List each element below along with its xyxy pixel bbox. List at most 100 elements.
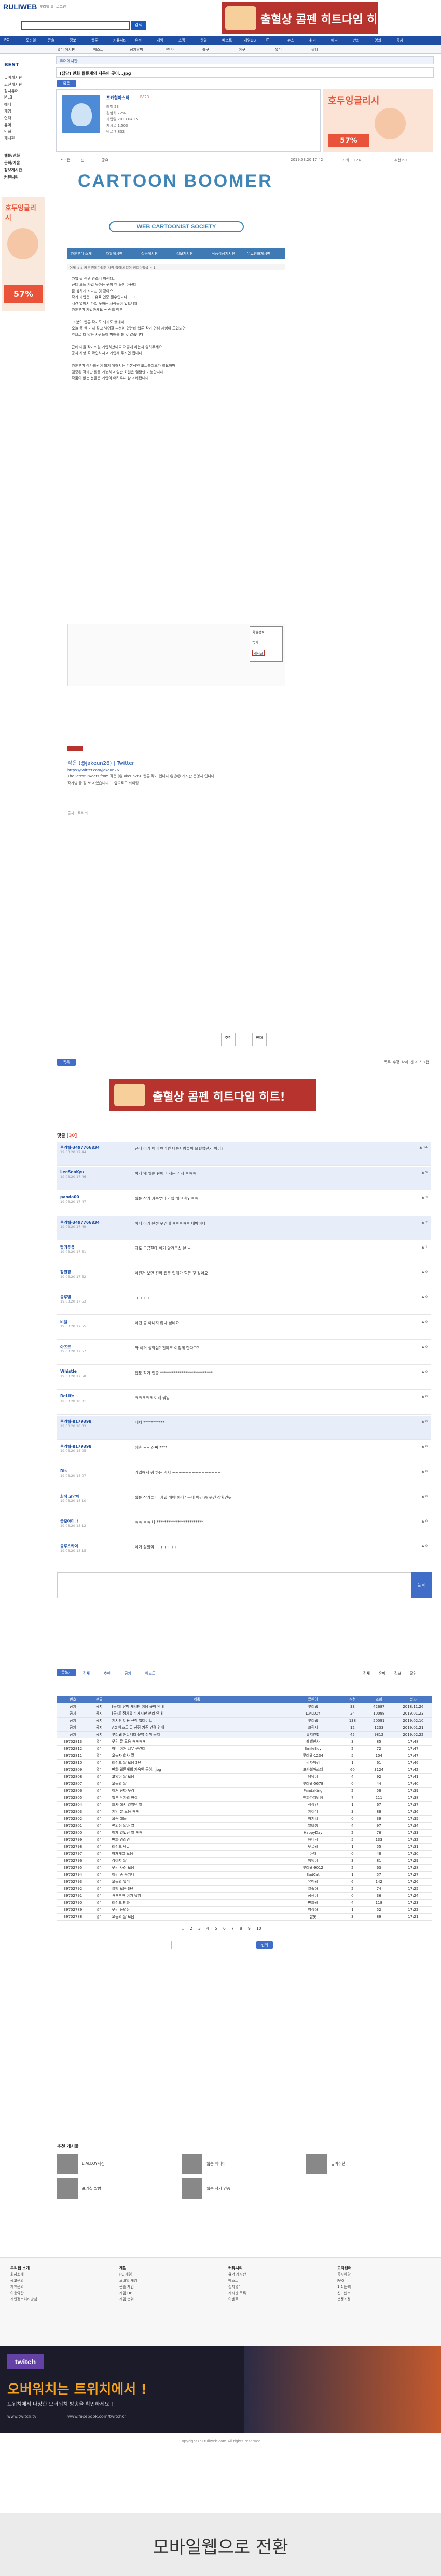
board-row[interactable]: 39702808 유머 고양이 짤 모음 냥냥이 4 92 17:41 xyxy=(57,1773,432,1780)
related-item[interactable]: 웹툰 작가 인증 xyxy=(182,2178,301,2199)
board-search-button[interactable]: 검색 xyxy=(256,1941,273,1949)
comment-vote[interactable]: ▲ 0 xyxy=(422,1544,428,1548)
left-nav-item[interactable]: 게시판 xyxy=(4,135,15,141)
list-button-bottom[interactable]: 목록 xyxy=(57,1059,76,1066)
gnb-item[interactable]: 모바일 xyxy=(26,38,36,43)
gnb-item[interactable]: 영화 xyxy=(375,38,381,43)
comment-author[interactable]: ReLife xyxy=(60,1394,74,1399)
page-link[interactable]: 1 xyxy=(182,1926,184,1931)
comment-vote[interactable]: ▲ 0 xyxy=(422,1394,428,1399)
board-cell-author[interactable]: 냥냥이 xyxy=(284,1773,342,1780)
board-cell-title[interactable]: 오늘의 짤 모음 xyxy=(109,1913,284,1921)
board-cell-author[interactable]: L.ALLOY xyxy=(284,1710,342,1718)
footer-link[interactable]: 게임 DB xyxy=(119,2290,137,2296)
board-cell-title[interactable]: [공지] 유머 게시판 이용 규칙 안내 xyxy=(109,1703,284,1710)
comment-vote[interactable]: ▲ 0 xyxy=(422,1295,428,1299)
left-nav-extra[interactable]: 커뮤니티 xyxy=(4,174,19,180)
page-link[interactable]: 6 xyxy=(223,1926,226,1931)
twitch-url-1[interactable]: www.twitch.tv xyxy=(7,2414,36,2419)
board-cell-author[interactable]: PandaKing xyxy=(284,1787,342,1794)
board-cell-title[interactable]: 고양이 짤 모음 xyxy=(109,1773,284,1780)
gnb-item[interactable]: 쇼핑 xyxy=(178,38,185,43)
footer-link[interactable]: 신고센터 xyxy=(337,2290,352,2296)
board-row[interactable]: 39702804 유머 회사 에서 있었던 일 직장인 1 67 17:37 xyxy=(57,1801,432,1808)
board-cell-author[interactable]: 영상러 xyxy=(284,1906,342,1914)
comment-vote[interactable]: ▲ 0 xyxy=(422,1494,428,1498)
subnav-item[interactable]: 베스트 xyxy=(93,47,103,52)
board-cell-title[interactable]: 루리웹 커뮤니티 운영 정책 공지 xyxy=(109,1731,284,1738)
footer-link[interactable]: 콘솔 게임 xyxy=(119,2284,137,2290)
action-link[interactable]: 수정 xyxy=(393,1060,399,1064)
subnav-item[interactable]: 축구 xyxy=(202,47,209,52)
footer-link[interactable]: 유머 게시판 xyxy=(228,2271,246,2278)
board-cell-title[interactable]: 만화 웹툰계의 지옥인 곳이...jpg xyxy=(109,1766,284,1774)
comment-vote[interactable]: ▲ 0 xyxy=(422,1469,428,1473)
subnav-item[interactable]: 짤방 xyxy=(311,47,318,52)
action-link[interactable]: 스크랩 xyxy=(419,1060,429,1064)
board-cell-author[interactable]: SmileBoy xyxy=(284,1745,342,1752)
board-cell-author[interactable]: 짤줍러 xyxy=(284,1885,342,1893)
board-cell-author[interactable]: 멍멍이 xyxy=(284,1857,342,1865)
comment-vote[interactable]: ▲ 3 xyxy=(422,1195,428,1199)
board-cell-title[interactable]: 이거 진짜 웃김 xyxy=(109,1787,284,1794)
comment-vote[interactable]: ▲ 0 xyxy=(422,1444,428,1448)
twitch-banner[interactable]: twitch 오버워치는 트위치에서 ! 트위치에서 다양한 오버워치 방송을 … xyxy=(0,2346,441,2433)
comment-vote[interactable]: ▲ 2 xyxy=(422,1220,428,1224)
gnb-item[interactable]: 애니 xyxy=(331,38,338,43)
board-cell-title[interactable]: 레전드 댓글 xyxy=(109,1843,284,1851)
left-nav-item[interactable]: 연재 xyxy=(4,115,11,121)
action-link[interactable]: 신고 xyxy=(410,1060,417,1064)
board-cell-title[interactable]: 강아지 짤 xyxy=(109,1857,284,1865)
board-tab[interactable]: 전체 xyxy=(83,1671,90,1676)
board-cell-title[interactable]: 이건 좀 웃기네 xyxy=(109,1871,284,1879)
footer-link[interactable]: 1:1 문의 xyxy=(337,2284,352,2290)
board-row[interactable]: 39702803 유머 게임 짤 모음 ㅋㅋ 게이머 3 88 17:36 xyxy=(57,1808,432,1816)
board-cell-title[interactable]: 레전드 만화 xyxy=(109,1899,284,1907)
board-cell-author[interactable]: 유저연합 xyxy=(284,1731,342,1738)
page-link[interactable]: 9 xyxy=(248,1926,251,1931)
board-row[interactable]: 공지 공지 AD 베스트 글 선정 기준 변경 안내 크림시 12 1233 2019.01… xyxy=(57,1724,432,1732)
post-category[interactable]: 유머게시판 xyxy=(60,58,78,64)
board-search-input[interactable] xyxy=(171,1941,254,1949)
subnav-item[interactable]: 야구 xyxy=(239,47,245,52)
board-row[interactable]: 39702806 유머 이거 진짜 웃김 PandaKing 2 58 17:39 xyxy=(57,1787,432,1794)
post-tab[interactable]: 스크랩 xyxy=(60,158,70,163)
comment-author[interactable]: LeeSeoKyu xyxy=(60,1170,84,1174)
board-cell-title[interactable]: 웃긴 사진 모음 xyxy=(109,1864,284,1872)
page-link[interactable]: 3 xyxy=(198,1926,201,1931)
board-row[interactable]: 39702790 유머 레전드 만화 만화광 4 118 17:23 xyxy=(57,1899,432,1907)
board-filter[interactable]: 전체 xyxy=(363,1671,370,1676)
board-row[interactable]: 39702800 유머 어제 있었던 일 ㅋㅋ HappyDay 2 76 17:33 xyxy=(57,1829,432,1837)
board-row[interactable]: 39702812 유머 아니 이거 너무 웃긴데 SmileBoy 2 72 17:47 xyxy=(57,1745,432,1752)
comment-vote[interactable]: ▲ 1 xyxy=(422,1245,428,1249)
gnb-item[interactable]: 핫딜 xyxy=(200,38,207,43)
board-row[interactable]: 39702801 유머 편의점 알바 썰 알바생 4 97 17:34 xyxy=(57,1822,432,1830)
side-banner-1[interactable]: 호두잉글리시 57% xyxy=(323,89,433,152)
site-logo[interactable]: RULIWEB xyxy=(3,3,37,11)
comment-vote[interactable]: ▲ 14 xyxy=(420,1145,428,1149)
board-cell-author[interactable]: 유머왕 xyxy=(284,1878,342,1886)
related-item[interactable]: 웹툰 매니아 xyxy=(182,2154,301,2174)
top-link-home[interactable]: 루리웹 홈 xyxy=(39,4,54,9)
mobile-switch[interactable]: 모바일웹으로 전환 xyxy=(0,2513,441,2576)
footer-link[interactable]: FAQ xyxy=(337,2278,352,2284)
board-row[interactable]: 39702796 유머 강아지 짤 멍멍이 3 81 17:29 xyxy=(57,1857,432,1865)
board-cell-author[interactable]: 크림시 xyxy=(284,1724,342,1732)
gnb-item[interactable]: 정보 xyxy=(70,38,76,43)
gnb-item[interactable]: IT xyxy=(266,38,269,42)
post-tab[interactable]: 신고 xyxy=(81,158,88,163)
board-cell-author[interactable]: 댓글왕 xyxy=(284,1843,342,1851)
board-row[interactable]: 39702809 유머 만화 웹툰계의 지옥인 곳이...jpg 포카칩마스터 60 31… xyxy=(57,1766,432,1774)
board-cell-author[interactable]: 루리웹 xyxy=(284,1717,342,1724)
board-cell-title[interactable]: [공지] 정치유머 게시판 분리 안내 xyxy=(109,1710,284,1718)
board-cell-title[interactable]: 어제 있었던 일 ㅋㅋ xyxy=(109,1829,284,1837)
subnav-item[interactable]: 유머 xyxy=(275,47,282,52)
footer-link[interactable]: PC 게임 xyxy=(119,2271,137,2278)
board-row[interactable]: 39702795 유머 웃긴 사진 모음 루리웹-9012 2 63 17:28 xyxy=(57,1864,432,1872)
page-link[interactable]: 5 xyxy=(215,1926,217,1931)
board-row[interactable]: 39702792 유머 짤방 모음 3탄 짤줍러 2 74 17:25 xyxy=(57,1885,432,1893)
footer-link[interactable]: 이벤트 xyxy=(228,2296,246,2303)
left-nav-item[interactable]: 게임 xyxy=(4,108,11,114)
footer-link[interactable]: 제휴문의 xyxy=(10,2284,37,2290)
board-row[interactable]: 39702799 유머 만화 명장면 애니덕 5 133 17:32 xyxy=(57,1836,432,1844)
